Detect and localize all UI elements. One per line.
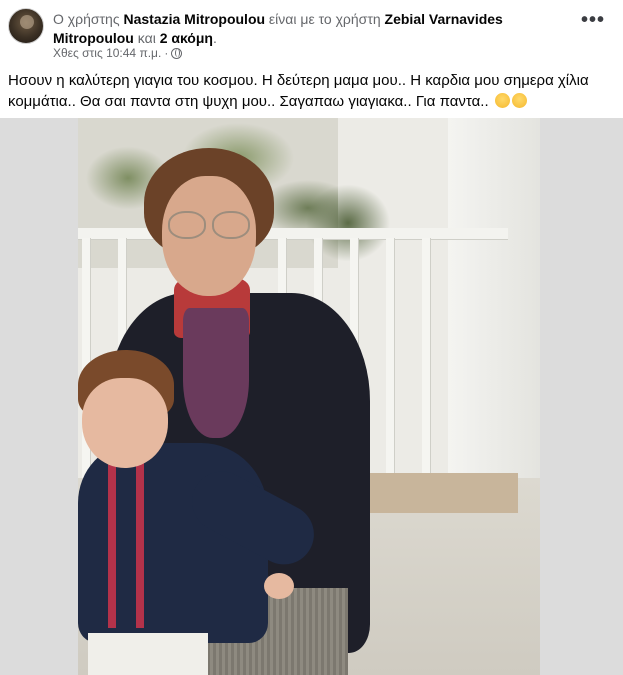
timestamp-link[interactable]: Χθες στις 10:44 π.μ. [53,46,161,60]
grandmother-scarf [183,308,249,438]
author-name-link[interactable]: Nastazia Mitropoulou [123,11,265,27]
author-avatar[interactable] [8,8,44,44]
header-conj: και [133,30,160,46]
meta-separator: · [164,46,169,60]
post-header-text: Ο χρήστης Nastazia Mitropoulou είναι με … [53,10,573,48]
grandmother-glasses [166,211,254,241]
child-legs [88,633,208,675]
pensive-emoji [511,93,527,108]
vintage-photo[interactable] [78,118,540,675]
child-jacket-trim [108,458,116,628]
more-options-icon[interactable]: ••• [581,10,605,30]
child-face [82,378,168,468]
post-photo-frame[interactable] [0,118,623,675]
others-link[interactable]: 2 ακόμη [160,30,213,46]
child-jacket-trim-2 [136,463,144,628]
sad-tear-emoji [494,93,510,108]
header-suffix: . [212,30,217,46]
globe-icon[interactable] [171,47,183,59]
post-meta: Χθες στις 10:44 π.μ. · [53,46,183,60]
post-header: Ο χρήστης Nastazia Mitropoulou είναι με … [0,0,623,64]
header-middle: είναι με το χρήστη [265,11,385,27]
child-hand [264,573,294,599]
header-prefix: Ο χρήστης [53,11,124,27]
post-caption: Ησουν η καλύτερη γιαγια του κοσμου. Η δε… [8,70,608,112]
